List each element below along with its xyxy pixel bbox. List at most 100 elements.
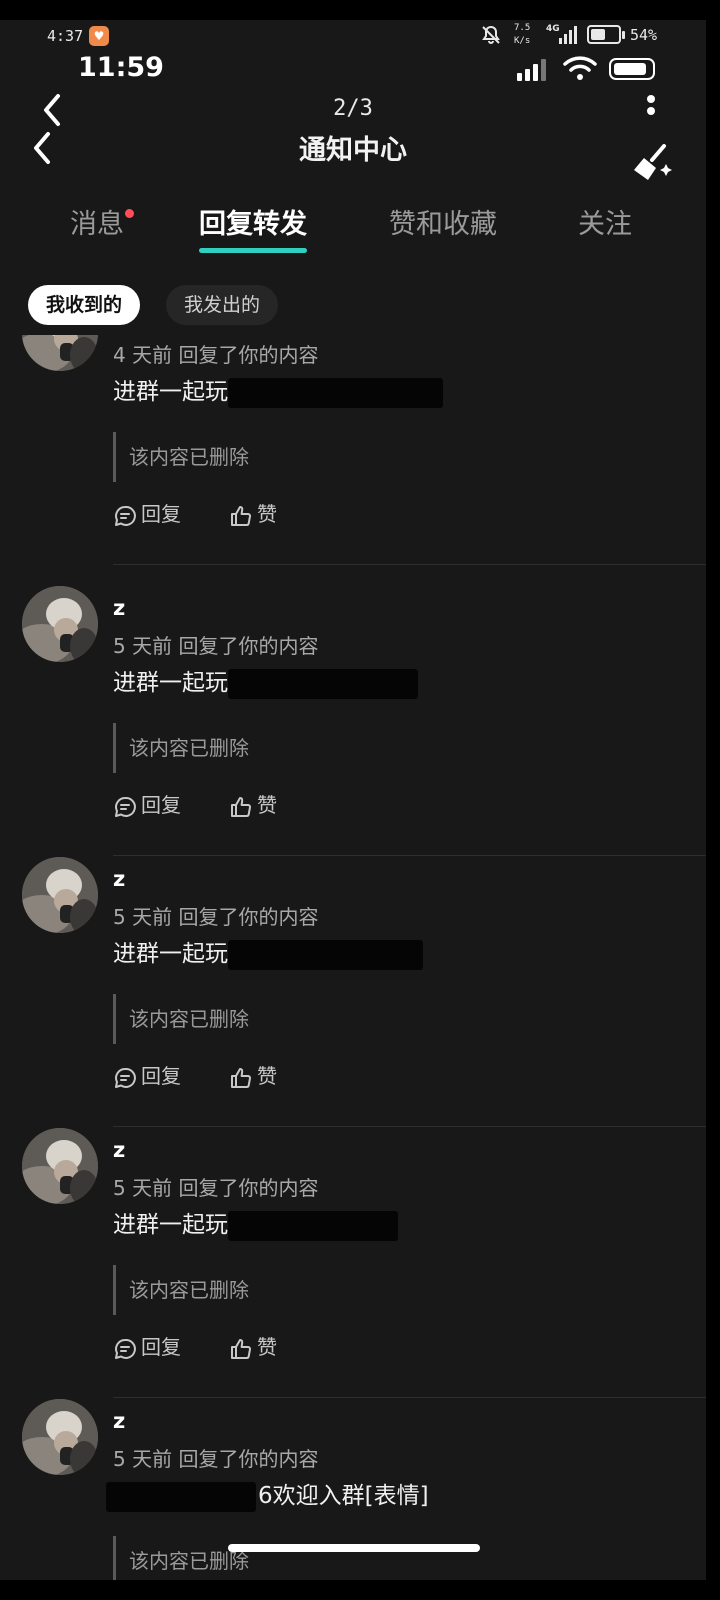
status-bar-outer: 4:37 ♥ 7.5 K/s 4G 54% xyxy=(0,20,706,52)
notification-item[interactable]: z 4 天前 回复了你的内容 进群一起玩 该内容已删除 回复 赞 xyxy=(0,335,706,566)
avatar-image xyxy=(22,1399,98,1475)
thumbs-up-icon xyxy=(231,505,251,526)
like-button[interactable]: 赞 xyxy=(229,790,277,820)
username[interactable]: z xyxy=(113,596,125,620)
avatar-image xyxy=(22,1128,98,1204)
reply-text: 6欢迎入群[表情] xyxy=(258,1483,429,1509)
page-title: 通知中心 xyxy=(299,135,407,166)
redacted-block xyxy=(228,939,423,970)
tab-follows-label: 关注 xyxy=(578,209,632,240)
signal-icon xyxy=(559,26,577,44)
redacted-block xyxy=(106,1481,256,1512)
comment-icon xyxy=(115,1067,136,1088)
more-options-icon[interactable] xyxy=(644,92,658,120)
reply-button[interactable]: 回复 xyxy=(113,499,181,529)
app-screen: 4:37 ♥ 7.5 K/s 4G 54% 11:59 2/3 通知中心 消息 … xyxy=(0,20,706,1580)
page-indicator: 2/3 xyxy=(333,96,373,121)
filter-chips: 我收到的 我发出的 xyxy=(0,285,706,329)
quoted-deleted-content: 该内容已删除 xyxy=(113,1265,313,1315)
speed-unit: K/s xyxy=(514,36,531,46)
tab-replies-label: 回复转发 xyxy=(199,209,307,240)
home-indicator[interactable] xyxy=(228,1544,480,1552)
avatar[interactable] xyxy=(22,335,98,371)
inner-status-time: 11:59 xyxy=(78,52,164,83)
redacted-block xyxy=(228,668,418,699)
reply-text: 进群一起玩 xyxy=(113,379,228,405)
status-time: 4:37 xyxy=(47,27,84,45)
notification-meta: 5 天前 回复了你的内容 xyxy=(113,1447,319,1471)
active-tab-underline xyxy=(199,248,307,253)
reply-text: 进群一起玩 xyxy=(113,1212,228,1238)
broom-clean-icon[interactable] xyxy=(630,142,672,184)
thumbs-up-icon xyxy=(231,1338,251,1359)
reply-text: 进群一起玩 xyxy=(113,941,228,967)
filter-received[interactable]: 我收到的 xyxy=(28,285,141,325)
reply-button[interactable]: 回复 xyxy=(113,790,181,820)
bottom-black-border xyxy=(0,1580,720,1600)
notification-list: z 4 天前 回复了你的内容 进群一起玩 该内容已删除 回复 赞 xyxy=(0,335,706,1580)
notification-item[interactable]: z 5 天前 回复了你的内容 6欢迎入群[表情] 该内容已删除 回复 赞 xyxy=(0,1399,706,1580)
reply-button[interactable]: 回复 xyxy=(113,1332,181,1362)
inner-battery-level xyxy=(614,63,646,75)
avatar[interactable] xyxy=(22,857,98,933)
reply-button[interactable]: 回复 xyxy=(113,1061,181,1091)
notification-meta: 5 天前 回复了你的内容 xyxy=(113,634,319,658)
notification-item[interactable]: z 5 天前 回复了你的内容 进群一起玩 该内容已删除 回复 赞 xyxy=(0,586,706,857)
filter-sent[interactable]: 我发出的 xyxy=(166,285,279,325)
unread-dot xyxy=(125,209,134,218)
username[interactable]: z xyxy=(113,1409,125,1433)
reply-content[interactable]: 进群一起玩 xyxy=(113,1208,398,1242)
tab-likes-favorites[interactable]: 赞和收藏 xyxy=(389,205,497,245)
battery-icon xyxy=(587,25,625,44)
quoted-deleted-content: 该内容已删除 xyxy=(113,432,313,482)
reply-content[interactable]: 进群一起玩 xyxy=(113,937,423,971)
quoted-deleted-content: 该内容已删除 xyxy=(113,994,313,1044)
username[interactable]: z xyxy=(113,1138,125,1162)
notification-meta: 5 天前 回复了你的内容 xyxy=(113,1176,319,1200)
like-button[interactable]: 赞 xyxy=(229,499,277,529)
username[interactable]: z xyxy=(113,867,125,891)
notification-item[interactable]: z 5 天前 回复了你的内容 进群一起玩 该内容已删除 回复 赞 xyxy=(0,1128,706,1399)
reply-content[interactable]: 进群一起玩 xyxy=(113,666,418,700)
notification-meta: 4 天前 回复了你的内容 xyxy=(113,343,319,367)
like-label: 赞 xyxy=(257,1064,277,1088)
like-label: 赞 xyxy=(257,1335,277,1359)
tab-likes-label: 赞和收藏 xyxy=(389,209,497,240)
avatar[interactable] xyxy=(22,1128,98,1204)
tab-replies-forwards[interactable]: 回复转发 xyxy=(199,205,307,253)
comment-icon xyxy=(115,796,136,817)
redacted-block xyxy=(228,1210,398,1241)
thumbs-up-icon xyxy=(231,796,251,817)
top-black-border xyxy=(0,0,720,20)
network-speed: 7.5 K/s xyxy=(514,22,530,48)
right-black-border xyxy=(706,0,720,1600)
tab-bar: 消息 回复转发 赞和收藏 关注 xyxy=(0,205,706,255)
like-button[interactable]: 赞 xyxy=(229,1332,277,1362)
wifi-icon xyxy=(563,56,597,80)
avatar[interactable] xyxy=(22,586,98,662)
avatar[interactable] xyxy=(22,1399,98,1475)
nav-header: 2/3 通知中心 xyxy=(0,90,706,190)
tab-messages-label: 消息 xyxy=(70,209,124,240)
app-notification-icon: ♥ xyxy=(89,26,109,46)
item-divider xyxy=(113,1397,706,1398)
reply-text: 进群一起玩 xyxy=(113,670,228,696)
notification-item[interactable]: z 5 天前 回复了你的内容 进群一起玩 该内容已删除 回复 赞 xyxy=(0,857,706,1128)
battery-level xyxy=(591,29,605,40)
mute-bell-icon xyxy=(482,25,500,44)
reply-content[interactable]: 6欢迎入群[表情] xyxy=(106,1479,429,1513)
tab-follows[interactable]: 关注 xyxy=(578,205,632,245)
thumbs-up-icon xyxy=(231,1067,251,1088)
reply-label: 回复 xyxy=(141,793,181,817)
like-button[interactable]: 赞 xyxy=(229,1061,277,1091)
notification-meta: 5 天前 回复了你的内容 xyxy=(113,905,319,929)
status-bar-inner: 11:59 xyxy=(0,50,706,90)
reply-label: 回复 xyxy=(141,1064,181,1088)
reply-content[interactable]: 进群一起玩 xyxy=(113,375,443,409)
reply-label: 回复 xyxy=(141,502,181,526)
tab-messages[interactable]: 消息 xyxy=(70,205,134,245)
avatar-image xyxy=(22,335,98,371)
item-divider xyxy=(113,855,706,856)
item-divider xyxy=(113,1126,706,1127)
battery-percent: 54% xyxy=(630,26,658,44)
